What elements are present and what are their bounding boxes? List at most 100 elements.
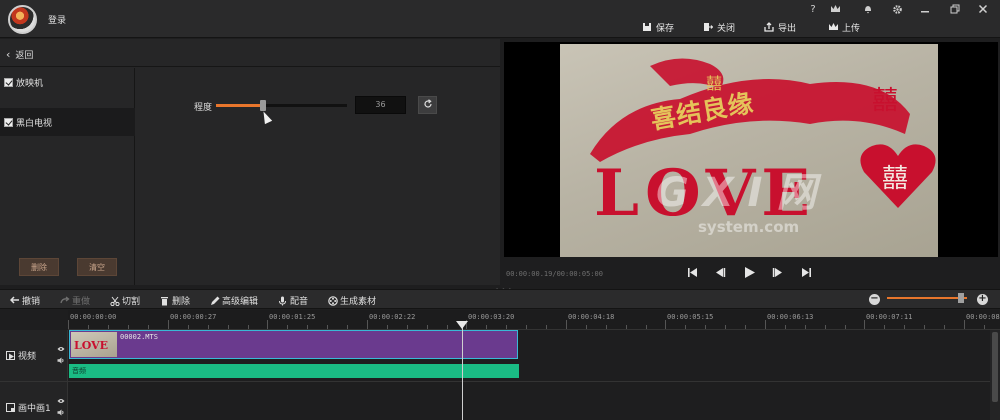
prev-frame-icon <box>715 267 725 277</box>
close-window-icon[interactable] <box>976 4 990 17</box>
pip-track-header[interactable]: 画中画1 <box>6 401 51 414</box>
audio-clip[interactable]: 音频 <box>69 364 519 378</box>
undo-button[interactable]: 撤销 <box>9 294 40 307</box>
effects-list: 放映机 黑白电视 删除 清空 <box>0 68 135 285</box>
ruler-minor-tick <box>884 325 885 329</box>
scrollbar-thumb[interactable] <box>992 332 998 402</box>
skip-to-start-button[interactable] <box>684 264 700 280</box>
ruler-minor-tick <box>944 325 945 329</box>
video-track-icon <box>6 351 15 360</box>
zoom-in-icon[interactable]: + <box>977 294 988 305</box>
exit-icon <box>703 22 714 32</box>
effects-panel: ‹ 返回 放映机 黑白电视 删除 清空 <box>0 39 500 285</box>
pencil-icon <box>210 296 220 305</box>
save-button[interactable]: 保存 <box>642 20 674 34</box>
visibility-eye-icon[interactable] <box>57 345 65 355</box>
skip-to-end-button[interactable] <box>798 264 814 280</box>
ruler-minor-tick <box>745 325 746 329</box>
login-link[interactable]: 登录 <box>48 13 66 26</box>
next-frame-icon <box>772 267 782 277</box>
ruler-tick-label: 00:00:03:20 <box>468 313 515 321</box>
generate-material-button[interactable]: 生成素材 <box>328 294 376 307</box>
trash-icon <box>160 296 169 306</box>
timeline-ruler[interactable]: 00:00:00:00 00:00:00:27 00:00:01:25 00:00:0… <box>68 310 1000 330</box>
dubbing-button[interactable]: 配音 <box>278 294 308 307</box>
ruler-major-tick <box>864 320 865 329</box>
ruler-minor-tick <box>287 325 288 329</box>
settings-gear-icon[interactable] <box>890 4 904 18</box>
advanced-label: 高级编辑 <box>222 297 259 307</box>
degree-value-field[interactable]: 36 <box>355 96 406 114</box>
delete-clip-button[interactable]: 删除 <box>160 294 190 307</box>
ruler-minor-tick <box>347 325 348 329</box>
volume-icon[interactable] <box>57 409 65 419</box>
bell-icon[interactable] <box>861 4 875 17</box>
effect-item-bw-tv[interactable]: 黑白电视 <box>0 108 135 136</box>
ruler-major-tick <box>765 320 766 329</box>
avatar[interactable] <box>8 5 37 34</box>
ruler-tick-label: 00:00:05:15 <box>667 313 714 321</box>
next-frame-button[interactable] <box>769 264 785 280</box>
close-label: 关闭 <box>717 23 736 34</box>
playhead-marker-icon[interactable] <box>456 321 468 329</box>
crown-icon[interactable] <box>828 4 842 17</box>
ruler-minor-tick <box>427 325 428 329</box>
double-happiness-text: 囍 <box>872 86 899 116</box>
ruler-minor-tick <box>705 325 706 329</box>
export-button[interactable]: 导出 <box>764 20 796 34</box>
minimize-icon[interactable] <box>918 4 932 17</box>
cut-button[interactable]: 切割 <box>110 294 140 307</box>
advanced-edit-button[interactable]: 高级编辑 <box>210 294 258 307</box>
video-clip[interactable]: LOVE 00002.MTS <box>69 330 518 359</box>
ruler-minor-tick <box>486 325 487 329</box>
ruler-minor-tick <box>148 325 149 329</box>
volume-icon[interactable] <box>57 357 65 367</box>
previous-frame-button[interactable] <box>712 264 728 280</box>
ruler-minor-tick <box>228 325 229 329</box>
save-icon <box>642 22 652 32</box>
effect-label: 放映机 <box>16 78 44 89</box>
playhead-line[interactable] <box>462 321 463 420</box>
tag-text: 囍 <box>706 74 723 93</box>
checkbox-checked-icon[interactable] <box>4 117 13 127</box>
upload-button[interactable]: 上传 <box>828 20 860 34</box>
video-track-header[interactable]: 视频 <box>6 349 36 362</box>
ruler-minor-tick <box>407 325 408 329</box>
refresh-icon <box>423 98 433 112</box>
ruler-minor-tick <box>526 325 527 329</box>
delete-effect-button[interactable]: 删除 <box>19 258 59 276</box>
effect-item-projector[interactable]: 放映机 <box>0 68 135 96</box>
visibility-eye-icon[interactable] <box>57 397 65 407</box>
ruler-tick-label: 00:00:02:22 <box>369 313 416 321</box>
effect-label: 黑白电视 <box>16 118 53 129</box>
degree-slider[interactable] <box>216 100 347 111</box>
skip-end-icon <box>801 267 811 277</box>
ruler-tick-label: 00:00:07:11 <box>866 313 913 321</box>
ruler-minor-tick <box>128 325 129 329</box>
save-label: 保存 <box>656 23 675 34</box>
video-track-label: 视频 <box>18 352 37 362</box>
ruler-major-tick <box>168 320 169 329</box>
ruler-tick-label: 00:00:06:13 <box>767 313 814 321</box>
zoom-out-icon[interactable]: − <box>869 294 880 305</box>
degree-slider-fill <box>216 104 263 107</box>
film-reel-icon <box>328 296 338 306</box>
zoom-slider-handle[interactable] <box>958 293 964 303</box>
timeline-scrollbar[interactable] <box>990 330 1000 420</box>
clear-effects-button[interactable]: 清空 <box>77 258 117 276</box>
play-button[interactable] <box>741 264 757 280</box>
video-preview[interactable]: 喜结良缘 囍 囍 LOVE 囍 G X I 网 system.com <box>504 42 998 257</box>
redo-icon <box>60 296 70 305</box>
zoom-slider[interactable] <box>887 297 967 299</box>
reset-button[interactable] <box>418 96 437 114</box>
restore-icon[interactable] <box>948 4 962 17</box>
clip-thumbnail-text: LOVE <box>74 339 109 352</box>
ruler-minor-tick <box>88 325 89 329</box>
checkbox-checked-icon[interactable] <box>4 77 13 87</box>
ruler-minor-tick <box>327 325 328 329</box>
ruler-minor-tick <box>984 325 985 329</box>
redo-button[interactable]: 重做 <box>60 294 90 307</box>
back-button[interactable]: ‹ 返回 <box>6 48 33 62</box>
close-button[interactable]: 关闭 <box>703 20 735 34</box>
help-icon[interactable]: ? <box>806 4 820 15</box>
